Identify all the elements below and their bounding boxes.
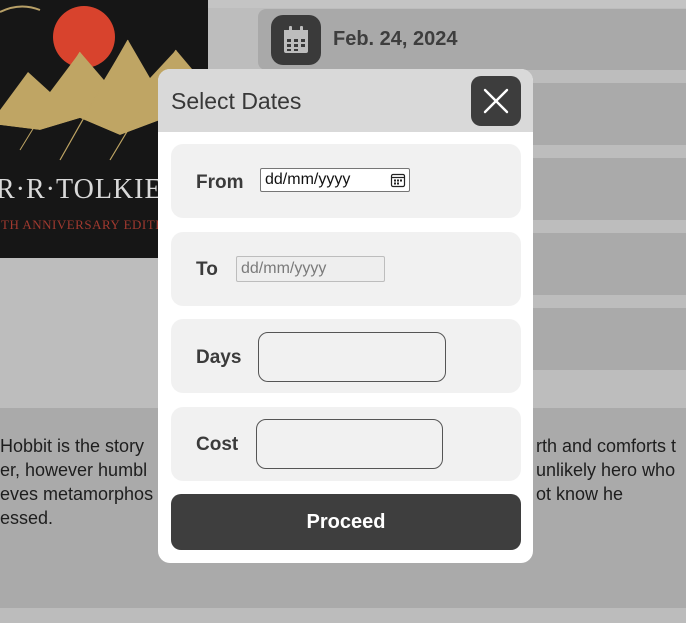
cost-label: Cost [196,434,239,455]
calendar-icon[interactable] [271,15,321,65]
to-date-placeholder: dd/mm/yyyy [241,260,327,277]
cost-input[interactable] [256,419,443,469]
from-date-input[interactable]: dd/mm/yyyy [260,168,410,192]
selected-date-text: Feb. 24, 2024 [333,28,458,50]
description-line: ot know he [536,484,624,504]
description-line: eves metamorphos [0,484,154,504]
description-line: rth and comforts t [536,436,677,456]
cover-edition-text: 5TH ANNIVERSARY EDITION [0,217,180,232]
description-line: er, however humbl [0,460,148,480]
top-strip [208,0,686,8]
close-icon [483,88,509,114]
modal-title: Select Dates [171,88,302,114]
to-label: To [196,259,218,280]
modal-header: Select Dates [158,69,533,132]
from-label: From [196,172,244,193]
to-date-input[interactable]: dd/mm/yyyy [236,256,385,282]
proceed-button[interactable]: Proceed [171,494,521,550]
select-dates-modal: Select Dates From dd/mm/yyyy To dd/mm/yy… [158,69,533,563]
close-button[interactable] [471,76,521,126]
description-line: Hobbit is the story [0,436,145,456]
cover-author-text: R·R·TOLKIEN [0,174,184,205]
calendar-picker-icon[interactable] [387,169,409,191]
days-label: Days [196,347,242,368]
days-field-card: Days [171,319,521,393]
cost-field-card: Cost [171,407,521,481]
description-line: essed. [0,508,54,528]
days-input[interactable] [258,332,446,382]
to-field-card: To dd/mm/yyyy [171,232,521,306]
footer-strip [0,608,686,623]
date-display: Feb. 24, 2024 [258,9,686,70]
from-date-placeholder: dd/mm/yyyy [265,171,351,188]
description-line: unlikely hero who [536,460,676,480]
from-field-card: From dd/mm/yyyy [171,144,521,218]
